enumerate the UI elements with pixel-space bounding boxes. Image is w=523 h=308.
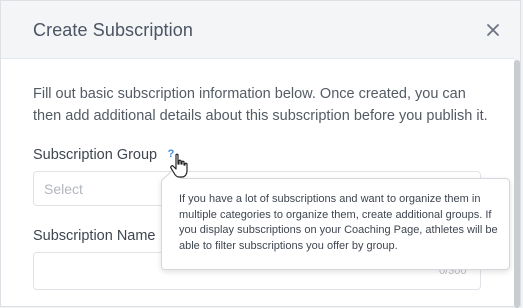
subscription-group-label: Subscription Group [33, 147, 158, 163]
scrollbar[interactable] [514, 58, 520, 308]
select-placeholder: Select [44, 181, 83, 197]
create-subscription-modal: Create Subscription Fill out basic subsc… [0, 0, 521, 308]
intro-text: Fill out basic subscription information … [33, 86, 488, 124]
modal-title: Create Subscription [33, 20, 193, 40]
modal-header: Create Subscription [1, 1, 520, 59]
help-tooltip: If you have a lot of subscriptions and w… [161, 169, 510, 270]
tooltip-text: If you have a lot of subscriptions and w… [179, 193, 498, 253]
close-icon[interactable] [484, 21, 502, 39]
subscription-name-label: Subscription Name [33, 228, 156, 244]
scrollbar-thumb[interactable] [514, 60, 520, 308]
hand-pointer-icon [170, 153, 190, 179]
